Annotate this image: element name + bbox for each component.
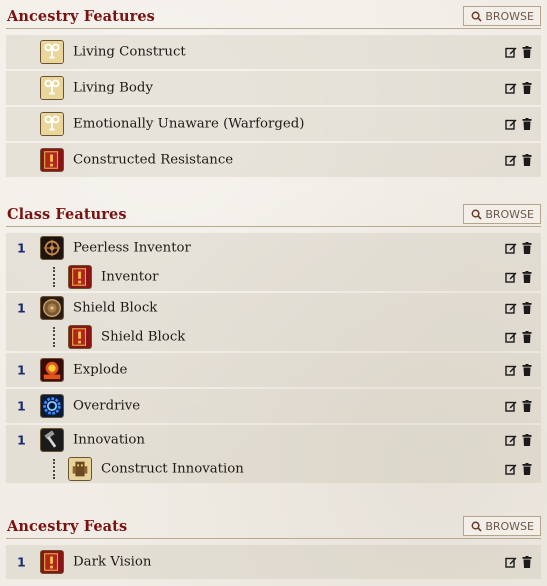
level-number: 1 (17, 432, 26, 448)
feature-name: Peerless Inventor (73, 240, 191, 256)
level-number: 1 (17, 398, 26, 414)
delete-icon[interactable] (521, 118, 533, 130)
edit-icon[interactable] (505, 154, 517, 166)
red-book-icon (40, 148, 64, 172)
winding-key-icon (40, 112, 64, 136)
level-number: 1 (17, 240, 26, 256)
search-icon (471, 521, 482, 532)
delete-icon[interactable] (521, 46, 533, 58)
browse-button[interactable]: BROWSE (463, 516, 541, 536)
delete-icon[interactable] (521, 302, 533, 314)
list-item[interactable]: 1 Shield Block (6, 293, 541, 323)
browse-button[interactable]: BROWSE (463, 204, 541, 224)
section-header: Ancestry Features BROWSE (6, 0, 541, 29)
delete-icon[interactable] (521, 463, 533, 475)
section-title: Ancestry Features (7, 8, 155, 25)
list-item[interactable]: 1 Dark Vision (6, 545, 541, 579)
edit-icon[interactable] (505, 271, 517, 283)
level-number: 1 (17, 362, 26, 378)
browse-button[interactable]: BROWSE (463, 6, 541, 26)
feature-name: Dark Vision (73, 554, 152, 570)
edit-icon[interactable] (505, 46, 517, 58)
section-title: Class Features (7, 206, 127, 223)
browse-label: BROWSE (485, 207, 534, 221)
gears-icon (40, 236, 64, 260)
golem-icon (68, 457, 92, 481)
list-item[interactable]: 1 Peerless Inventor (6, 233, 541, 263)
section-title: Ancestry Feats (7, 518, 128, 535)
list-item[interactable]: Living Body (6, 71, 541, 105)
section-class-features: Class Features BROWSE 1 Peerless Invento… (0, 198, 547, 485)
feature-group: 1 Innovation Construct Innovation (6, 425, 541, 483)
level-number: 1 (17, 554, 26, 570)
feature-group: 1 Shield Block Shield Block (6, 293, 541, 351)
list-item[interactable]: Construct Innovation (6, 455, 541, 483)
section-ancestry-feats: Ancestry Feats BROWSE 1 Dark Vision (0, 510, 547, 581)
list-item[interactable]: Living Construct (6, 35, 541, 69)
feature-name: Living Body (73, 80, 153, 96)
blue-gear-icon (40, 394, 64, 418)
delete-icon[interactable] (521, 82, 533, 94)
delete-icon[interactable] (521, 242, 533, 254)
browse-label: BROWSE (485, 519, 534, 533)
browse-label: BROWSE (485, 9, 534, 23)
list-item[interactable]: 1 Explode (6, 353, 541, 387)
delete-icon[interactable] (521, 434, 533, 446)
search-icon (471, 209, 482, 220)
feature-name: Explode (73, 362, 128, 378)
feature-name: Constructed Resistance (73, 152, 234, 168)
explosion-icon (40, 358, 64, 382)
list-item[interactable]: Emotionally Unaware (Warforged) (6, 107, 541, 141)
section-header: Class Features BROWSE (6, 198, 541, 227)
list-item[interactable]: Inventor (6, 263, 541, 291)
feature-name: Shield Block (73, 300, 158, 316)
section-header: Ancestry Feats BROWSE (6, 510, 541, 539)
list-item[interactable]: Constructed Resistance (6, 143, 541, 177)
winding-key-icon (40, 40, 64, 64)
feature-name: Inventor (101, 269, 159, 285)
delete-icon[interactable] (521, 556, 533, 568)
edit-icon[interactable] (505, 400, 517, 412)
red-book-icon (68, 265, 92, 289)
level-number: 1 (17, 300, 26, 316)
delete-icon[interactable] (521, 154, 533, 166)
edit-icon[interactable] (505, 331, 517, 343)
red-book-icon (40, 550, 64, 574)
edit-icon[interactable] (505, 364, 517, 376)
shield-icon (40, 296, 64, 320)
edit-icon[interactable] (505, 82, 517, 94)
feature-name: Overdrive (73, 398, 141, 414)
edit-icon[interactable] (505, 434, 517, 446)
search-icon (471, 11, 482, 22)
edit-icon[interactable] (505, 556, 517, 568)
edit-icon[interactable] (505, 463, 517, 475)
list-item[interactable]: Shield Block (6, 323, 541, 351)
list-item[interactable]: 1 Innovation (6, 425, 541, 455)
delete-icon[interactable] (521, 271, 533, 283)
delete-icon[interactable] (521, 331, 533, 343)
feature-name: Living Construct (73, 44, 186, 60)
delete-icon[interactable] (521, 400, 533, 412)
feature-name: Shield Block (101, 329, 186, 345)
delete-icon[interactable] (521, 364, 533, 376)
edit-icon[interactable] (505, 118, 517, 130)
feature-name: Construct Innovation (101, 461, 244, 477)
edit-icon[interactable] (505, 302, 517, 314)
winding-key-icon (40, 76, 64, 100)
section-ancestry-features: Ancestry Features BROWSE Living Construc… (0, 0, 547, 179)
edit-icon[interactable] (505, 242, 517, 254)
red-book-icon (68, 325, 92, 349)
feature-name: Emotionally Unaware (Warforged) (73, 116, 305, 132)
feature-group: 1 Peerless Inventor Inventor (6, 233, 541, 291)
feature-name: Innovation (73, 432, 145, 448)
list-item[interactable]: 1 Overdrive (6, 389, 541, 423)
hammer-icon (40, 428, 64, 452)
